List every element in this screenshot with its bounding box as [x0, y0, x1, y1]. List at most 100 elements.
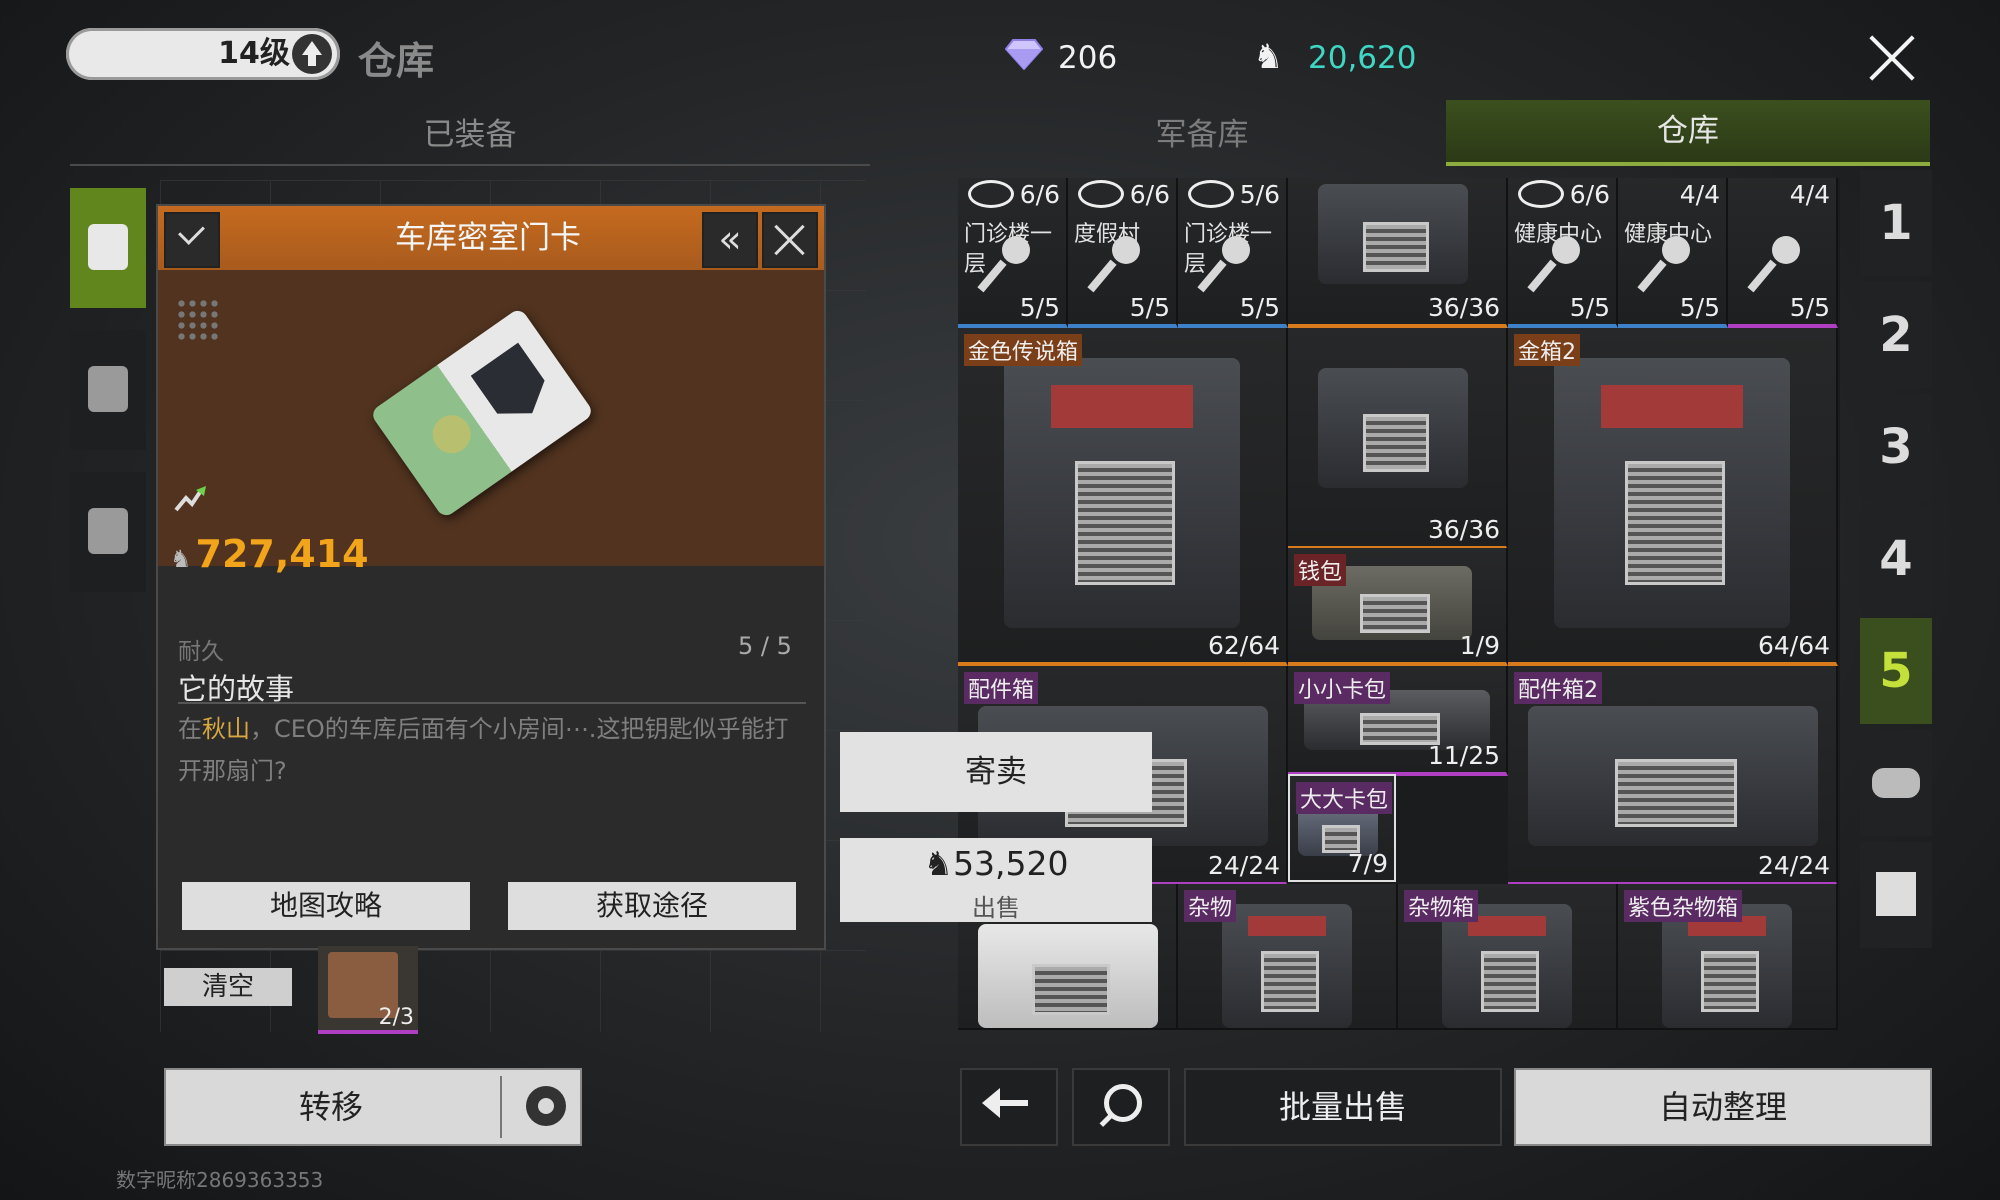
lockpick-icon — [1752, 236, 1804, 288]
key-item-slot[interactable]: 4/4 健康中心 5/5 — [1618, 178, 1728, 328]
back-button[interactable] — [960, 1068, 1058, 1146]
item-tag: 配件箱2 — [1514, 672, 1602, 704]
search-icon — [1104, 1084, 1142, 1122]
favorite-box-icon — [1876, 872, 1916, 916]
durability-label: 耐久 — [178, 639, 224, 665]
checkbox-icon[interactable] — [164, 212, 220, 268]
keyring-icon — [1188, 180, 1234, 208]
bag-category-button[interactable] — [70, 472, 146, 592]
parts-box-2-slot[interactable]: 配件箱2 24/24 — [1508, 666, 1838, 886]
durability-value: 5 / 5 — [738, 632, 792, 660]
size-grid-icon — [176, 298, 220, 342]
transfer-label: 转移 — [298, 1088, 363, 1126]
divider — [500, 1076, 502, 1138]
alpha-badge-icon — [1872, 768, 1920, 798]
tab-equipped[interactable]: 已装备 — [70, 106, 870, 166]
popup-header: 车库密室门卡 « — [158, 206, 824, 270]
item-count: 2/3 — [378, 1005, 414, 1030]
gold-legend-box-slot[interactable]: 金色传说箱 62/64 — [958, 328, 1288, 666]
ammo-crate-slot[interactable]: 36/36 — [1288, 178, 1508, 328]
item-preview: ♞ 727,414 — [158, 270, 824, 576]
auto-sort-button[interactable]: 自动整理 — [1514, 1068, 1932, 1146]
vest-icon — [88, 366, 128, 412]
transfer-button[interactable]: 转移 — [164, 1068, 582, 1146]
level-badge[interactable]: 14级 — [66, 28, 340, 80]
ammo-crate-image — [1318, 368, 1468, 488]
warehouse-page-3[interactable]: 3 — [1860, 394, 1932, 500]
collapse-button[interactable]: « — [702, 212, 758, 268]
gear-icon[interactable] — [526, 1086, 566, 1126]
keyring-icon — [1518, 180, 1564, 208]
item-price: ♞ 727,414 — [170, 532, 369, 576]
crate-image — [1004, 358, 1240, 628]
tab-armory[interactable]: 军备库 — [958, 106, 1446, 164]
sell-button[interactable]: ♞53,520 出售 — [840, 838, 1152, 922]
tool-item-slot[interactable]: 4/4 5/5 — [1728, 178, 1838, 328]
misc-box-slot[interactable]: 杂物箱 — [1398, 884, 1618, 1030]
close-button[interactable] — [1850, 20, 1934, 96]
item-tag: 大大卡包 — [1296, 782, 1393, 814]
item-detail-popup: 车库密室门卡 « ♞ 727,414 耐久 5 / 5 它的故事 在秋山，CEO的… — [156, 204, 826, 950]
coin-balance: 20,620 — [1308, 40, 1417, 76]
key-icon — [1642, 236, 1694, 288]
item-title: 车库密室门卡 — [395, 220, 581, 256]
tab-warehouse[interactable]: 仓库 — [1446, 100, 1930, 166]
item-tag: 小小卡包 — [1294, 672, 1391, 704]
player-id: 数字昵称2869363353 — [116, 1168, 324, 1192]
key-item-slot[interactable]: 5/6 门诊楼一层 5/5 — [1178, 178, 1288, 328]
item-tag: 金色传说箱 — [964, 334, 1083, 366]
gold-box-2-slot[interactable]: 金箱2 64/64 — [1508, 328, 1838, 666]
map-guide-button[interactable]: 地图攻略 — [182, 882, 470, 930]
keycard-logo — [471, 343, 556, 430]
item-tag: 杂物箱 — [1404, 890, 1479, 922]
key-icon — [1202, 236, 1254, 288]
page-title: 仓库 — [358, 39, 435, 83]
key-icon — [1092, 236, 1144, 288]
level-up-icon[interactable] — [292, 34, 332, 74]
value-up-icon — [174, 486, 206, 512]
keyring-icon — [968, 180, 1014, 208]
sell-label: 出售 — [972, 894, 1020, 922]
warehouse-page-1[interactable]: 1 — [1860, 170, 1932, 276]
case-image — [978, 924, 1158, 1028]
key-item-slot[interactable]: 6/6 度假村 5/5 — [1068, 178, 1178, 328]
coin-icon-small: ♞ — [170, 545, 192, 573]
popup-close-button[interactable] — [762, 212, 818, 268]
item-tag: 钱包 — [1294, 554, 1347, 586]
bulk-sell-button[interactable]: 批量出售 — [1184, 1068, 1502, 1146]
misc-slot[interactable]: 杂物 — [1178, 884, 1398, 1030]
key-icon — [1532, 236, 1584, 288]
key-item-slot[interactable]: 6/6 门诊楼一层 5/5 — [958, 178, 1068, 328]
coin-icon: ♞ — [923, 844, 954, 883]
item-tag: 金箱2 — [1514, 334, 1580, 366]
item-tag: 配件箱 — [964, 672, 1039, 704]
clear-button[interactable]: 清空 — [164, 968, 292, 1006]
armor-category-button[interactable] — [70, 330, 146, 450]
warehouse-page-2[interactable]: 2 — [1860, 282, 1932, 388]
parts-case-image — [1528, 706, 1818, 846]
favorite-page-button[interactable] — [1860, 842, 1932, 948]
coin-icon: ♞ — [1253, 37, 1284, 77]
alpha-page-button[interactable] — [1860, 730, 1932, 836]
big-card-pack-slot[interactable]: 大大卡包 7/9 — [1288, 774, 1396, 882]
wallet-slot[interactable]: 钱包 1/9 — [1288, 548, 1508, 666]
equipped-item-slot[interactable]: 2/3 — [318, 946, 418, 1034]
obtain-source-button[interactable]: 获取途径 — [508, 882, 796, 930]
search-button[interactable] — [1072, 1068, 1170, 1146]
keyring-icon — [1078, 180, 1124, 208]
divider — [178, 702, 806, 704]
warehouse-page-4[interactable]: 4 — [1860, 506, 1932, 612]
item-tag: 杂物 — [1184, 890, 1237, 922]
key-item-slot[interactable]: 6/6 健康中心 5/5 — [1508, 178, 1618, 328]
ammo-crate-image — [1318, 184, 1468, 284]
ammo-crate-slot[interactable]: 36/36 — [1288, 328, 1508, 550]
consign-button[interactable]: 寄卖 — [840, 732, 1152, 812]
story-text: 在秋山，CEO的车库后面有个小房间⋯.这把钥匙似乎能打开那扇门? — [178, 715, 789, 785]
misc-crate-image — [1222, 904, 1352, 1028]
weapon-category-button[interactable] — [70, 188, 146, 308]
small-card-pack-slot[interactable]: 小小卡包 11/25 — [1288, 666, 1508, 776]
story-place: 秋山 — [202, 715, 250, 743]
crate-image — [1554, 358, 1790, 628]
purple-misc-box-slot[interactable]: 紫色杂物箱 — [1618, 884, 1838, 1030]
warehouse-page-5[interactable]: 5 — [1860, 618, 1932, 724]
